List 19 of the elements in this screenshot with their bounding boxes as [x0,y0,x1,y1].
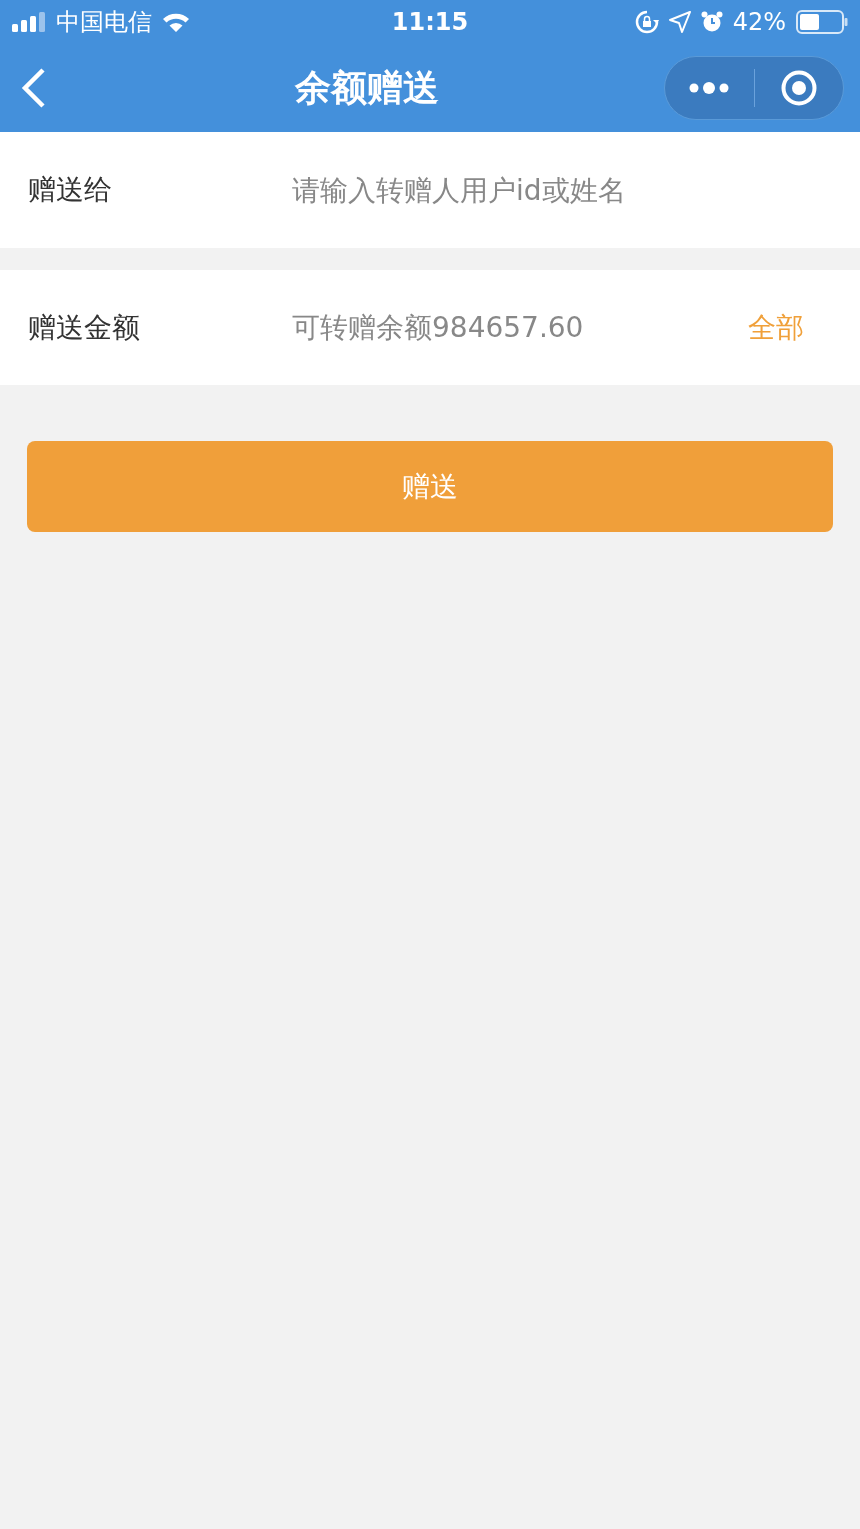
clock-time: 11:15 [391,8,469,36]
page-title: 余额赠送 [295,65,439,110]
location-icon [668,11,691,33]
more-icon [689,82,730,94]
input-field[interactable]: 可转赠余额984657.60 [290,310,748,345]
field-label: 赠送给 [28,172,113,208]
rotation-lock-icon [634,10,659,34]
wifi-icon [162,12,190,32]
back-icon [20,67,46,109]
all-link[interactable]: 全部 [748,308,804,347]
battery-percent: 42% [732,8,786,36]
alarm-icon [700,11,723,33]
battery-icon [796,10,848,34]
input-field[interactable]: 请输入转赠人用户id或姓名 [290,172,832,208]
signal-icon [12,12,46,32]
carrier-name: 中国电信 [56,7,152,38]
submit-button[interactable]: 赠送 [27,441,833,532]
field-label: 赠送金额 [28,309,141,346]
close-icon [779,69,818,107]
